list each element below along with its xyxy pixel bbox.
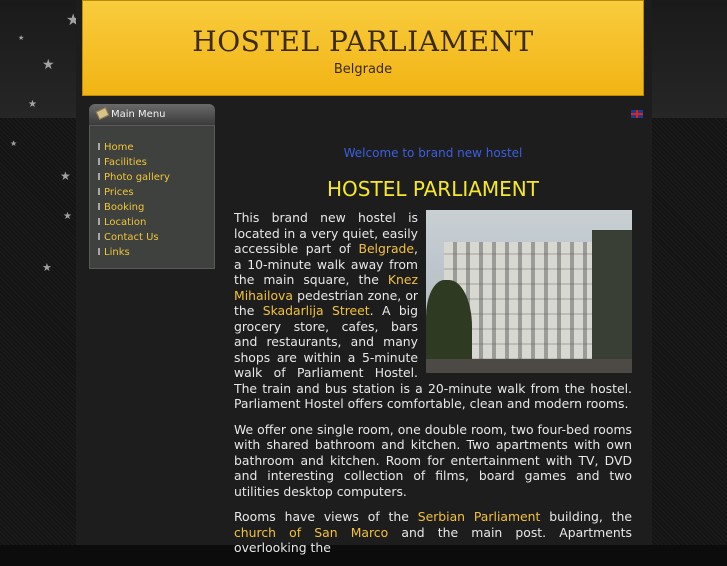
bullet-icon: [98, 203, 100, 210]
star-icon: ★: [42, 57, 55, 73]
star-icon: ★: [18, 34, 25, 42]
link-skadarlija-street[interactable]: Skadarlija Street: [263, 303, 370, 318]
star-icon: ★: [60, 169, 71, 183]
paragraph-text: building, the: [540, 509, 633, 524]
main-menu-title: Main Menu: [111, 109, 166, 120]
menu-item-contact-us[interactable]: Contact Us: [98, 230, 214, 245]
tree-shape: [592, 230, 632, 373]
star-icon: ★: [42, 261, 52, 274]
bullet-icon: [98, 233, 100, 240]
bullet-icon: [98, 173, 100, 180]
paragraph-text: Rooms have views of the: [234, 509, 418, 524]
menu-item-photo-gallery[interactable]: Photo gallery: [98, 170, 214, 185]
star-icon: ★: [28, 99, 37, 110]
menu-item-location[interactable]: Location: [98, 215, 214, 230]
menu-item-label[interactable]: Prices: [104, 187, 134, 198]
menu-icon: [95, 107, 110, 120]
site-subtitle: Belgrade: [333, 62, 393, 77]
menu-item-links[interactable]: Links: [98, 245, 214, 260]
menu-item-label[interactable]: Facilities: [104, 157, 147, 168]
menu-item-label[interactable]: Photo gallery: [104, 172, 170, 183]
bullet-icon: [98, 158, 100, 165]
menu-item-prices[interactable]: Prices: [98, 185, 214, 200]
hostel-building-photo: [426, 210, 632, 373]
menu-item-label[interactable]: Location: [104, 217, 146, 228]
menu-item-home[interactable]: Home: [98, 140, 214, 155]
main-menu: Home Facilities Photo gallery Prices Boo…: [89, 125, 215, 269]
star-icon: ★: [63, 211, 72, 222]
bullet-icon: [98, 143, 100, 150]
menu-item-facilities[interactable]: Facilities: [98, 155, 214, 170]
uk-flag-icon[interactable]: [631, 110, 643, 118]
link-serbian-parliament[interactable]: Serbian Parliament: [418, 509, 541, 524]
link-church-of-san-marco[interactable]: church of San Marco: [234, 525, 388, 540]
menu-item-label[interactable]: Booking: [104, 202, 144, 213]
main-menu-header: Main Menu: [89, 104, 215, 125]
link-belgrade[interactable]: Belgrade: [358, 241, 414, 256]
site-header: HOSTEL PARLIAMENT Belgrade: [82, 0, 644, 96]
bullet-icon: [98, 248, 100, 255]
site-title: HOSTEL PARLIAMENT: [192, 25, 534, 58]
rooms-paragraph: We offer one single room, one double roo…: [234, 421, 632, 499]
views-paragraph: Rooms have views of the Serbian Parliame…: [234, 509, 632, 556]
menu-item-label[interactable]: Links: [104, 247, 130, 258]
main-content: This brand new hostel is located in a ve…: [234, 210, 632, 566]
menu-item-label[interactable]: Home: [104, 142, 134, 153]
menu-item-booking[interactable]: Booking: [98, 200, 214, 215]
bullet-icon: [98, 188, 100, 195]
bullet-icon: [98, 218, 100, 225]
road-shape: [426, 359, 632, 373]
page-heading: HOSTEL PARLIAMENT: [327, 177, 539, 201]
star-icon: ★: [10, 139, 18, 148]
welcome-text: Welcome to brand new hostel: [343, 146, 523, 160]
menu-item-label[interactable]: Contact Us: [104, 232, 159, 243]
